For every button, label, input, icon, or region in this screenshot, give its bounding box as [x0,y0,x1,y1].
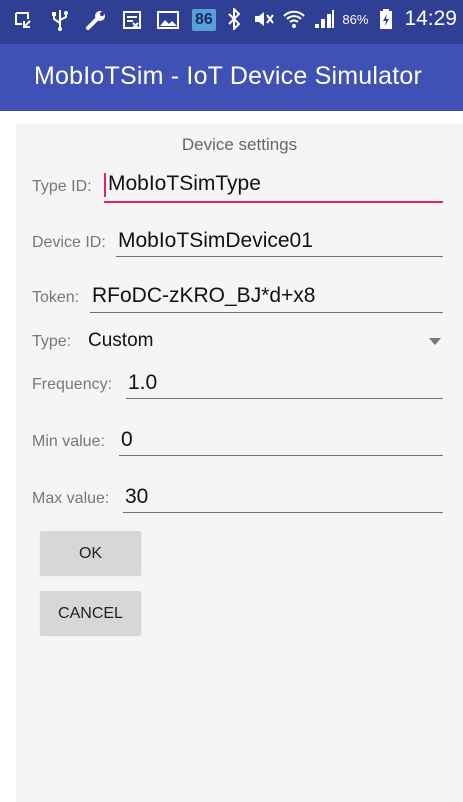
signal-icon [312,7,336,31]
type-id-label: Type ID: [32,178,92,195]
token-label: Token: [32,289,80,306]
frequency-row: Frequency: 1.0 [32,368,447,402]
type-id-row: Type ID: MobIoTSimType [32,170,447,204]
device-settings-panel: Device settings Type ID: MobIoTSimType D… [16,124,463,802]
dropdown-arrow-icon[interactable] [429,338,441,345]
sim-blocked-icon [120,8,144,32]
frequency-input[interactable]: 1.0 [128,371,157,395]
app-bar: MobIoTSim - IoT Device Simulator [0,44,463,111]
type-spinner[interactable]: Type: Custom [32,327,463,357]
type-id-input[interactable]: MobIoTSimType [108,172,261,196]
device-id-row: Device ID: MobIoTSimDevice01 [32,226,447,260]
cancel-button[interactable]: CANCEL [40,591,141,635]
app-title: MobIoTSim - IoT Device Simulator [34,62,422,90]
max-value-underline [123,512,443,513]
wifi-icon [282,7,306,31]
min-value-underline [119,455,443,456]
clock: 14:29 [404,7,457,30]
usb-icon [48,8,72,32]
mute-icon [252,7,276,31]
wrench-icon [84,8,108,32]
battery-charging-icon [374,7,398,31]
min-value-input[interactable]: 0 [121,428,133,452]
frequency-label: Frequency: [32,376,113,393]
type-label: Type: [32,333,72,350]
token-input[interactable]: RFoDC-zKRO_BJ*d+x8 [92,284,315,308]
device-id-underline [116,256,443,257]
status-bar: 86 86% 14:29 [0,0,463,44]
section-title: Device settings [181,135,298,154]
battery-percent: 86% [342,11,369,27]
ok-button[interactable]: OK [40,531,141,575]
notification-badge: 86 [192,9,216,31]
token-underline [90,312,443,313]
max-value-label: Max value: [32,490,110,507]
max-value-input[interactable]: 30 [125,485,148,509]
type-id-underline [104,201,443,203]
device-id-label: Device ID: [32,234,106,251]
type-selected-value: Custom [88,330,154,351]
bluetooth-icon [222,7,246,31]
screenshot-icon [12,8,36,32]
frequency-underline [126,398,443,399]
max-value-row: Max value: 30 [32,482,447,516]
min-value-row: Min value: 0 [32,425,447,459]
text-cursor [104,173,106,197]
image-icon [156,8,180,32]
device-id-input[interactable]: MobIoTSimDevice01 [118,229,313,253]
min-value-label: Min value: [32,433,105,450]
token-row: Token: RFoDC-zKRO_BJ*d+x8 [32,283,447,317]
